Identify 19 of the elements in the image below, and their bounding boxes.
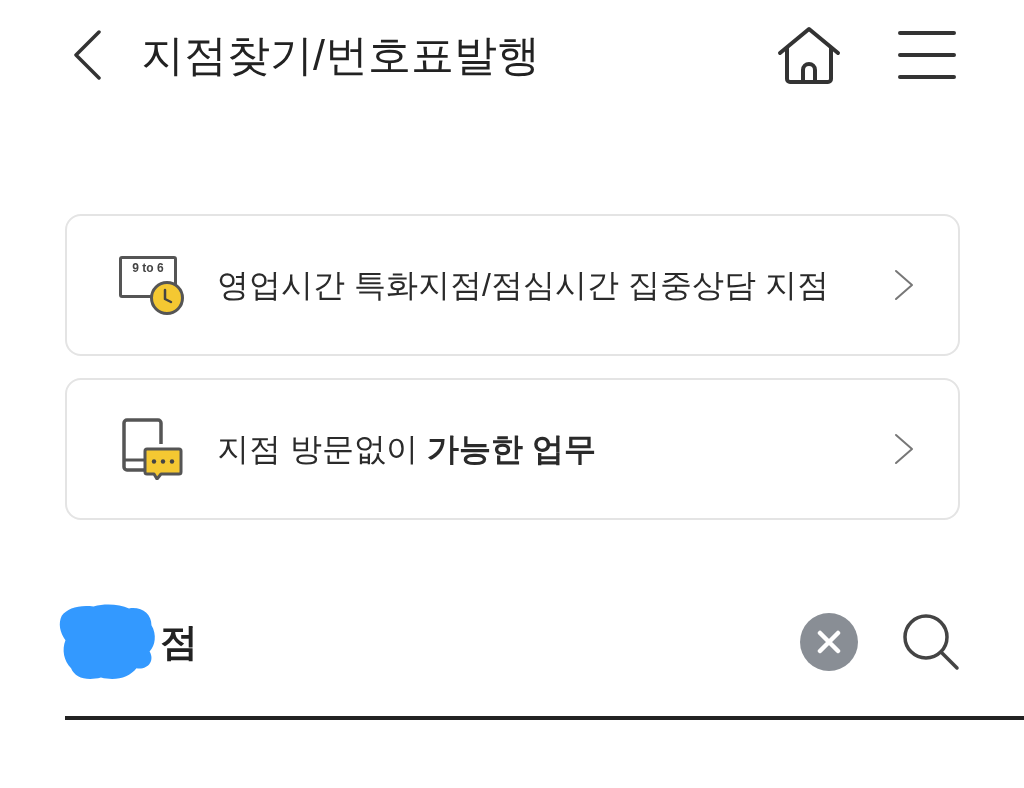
- menu-card[interactable]: 지점 방문없이 가능한 업무: [65, 378, 960, 520]
- tablet-chat-icon: [121, 418, 183, 480]
- search-button[interactable]: [902, 613, 960, 671]
- menu-card-label: 지점 방문없이 가능한 업무: [217, 433, 596, 465]
- chevron-right-icon: [894, 433, 914, 465]
- menu-button[interactable]: [897, 29, 957, 81]
- menu-card-label: 영업시간 특화지점/점심시간 집중상담 지점: [217, 269, 829, 301]
- clock-icon: [150, 281, 184, 315]
- close-icon: [817, 630, 841, 654]
- home-button[interactable]: [777, 25, 841, 85]
- menu-icon: [898, 30, 956, 80]
- chevron-right-icon: [894, 269, 914, 301]
- search-field[interactable]: 점: [160, 612, 792, 672]
- home-icon: [777, 26, 841, 84]
- clear-button[interactable]: [800, 613, 858, 671]
- back-icon: [73, 30, 101, 80]
- page-title: 지점찾기/번호표발행: [141, 33, 540, 77]
- search-icon: [902, 613, 960, 671]
- menu-card[interactable]: 9 to 6 영업시간 특화지점/점심시간 집중상담 지점: [65, 214, 960, 356]
